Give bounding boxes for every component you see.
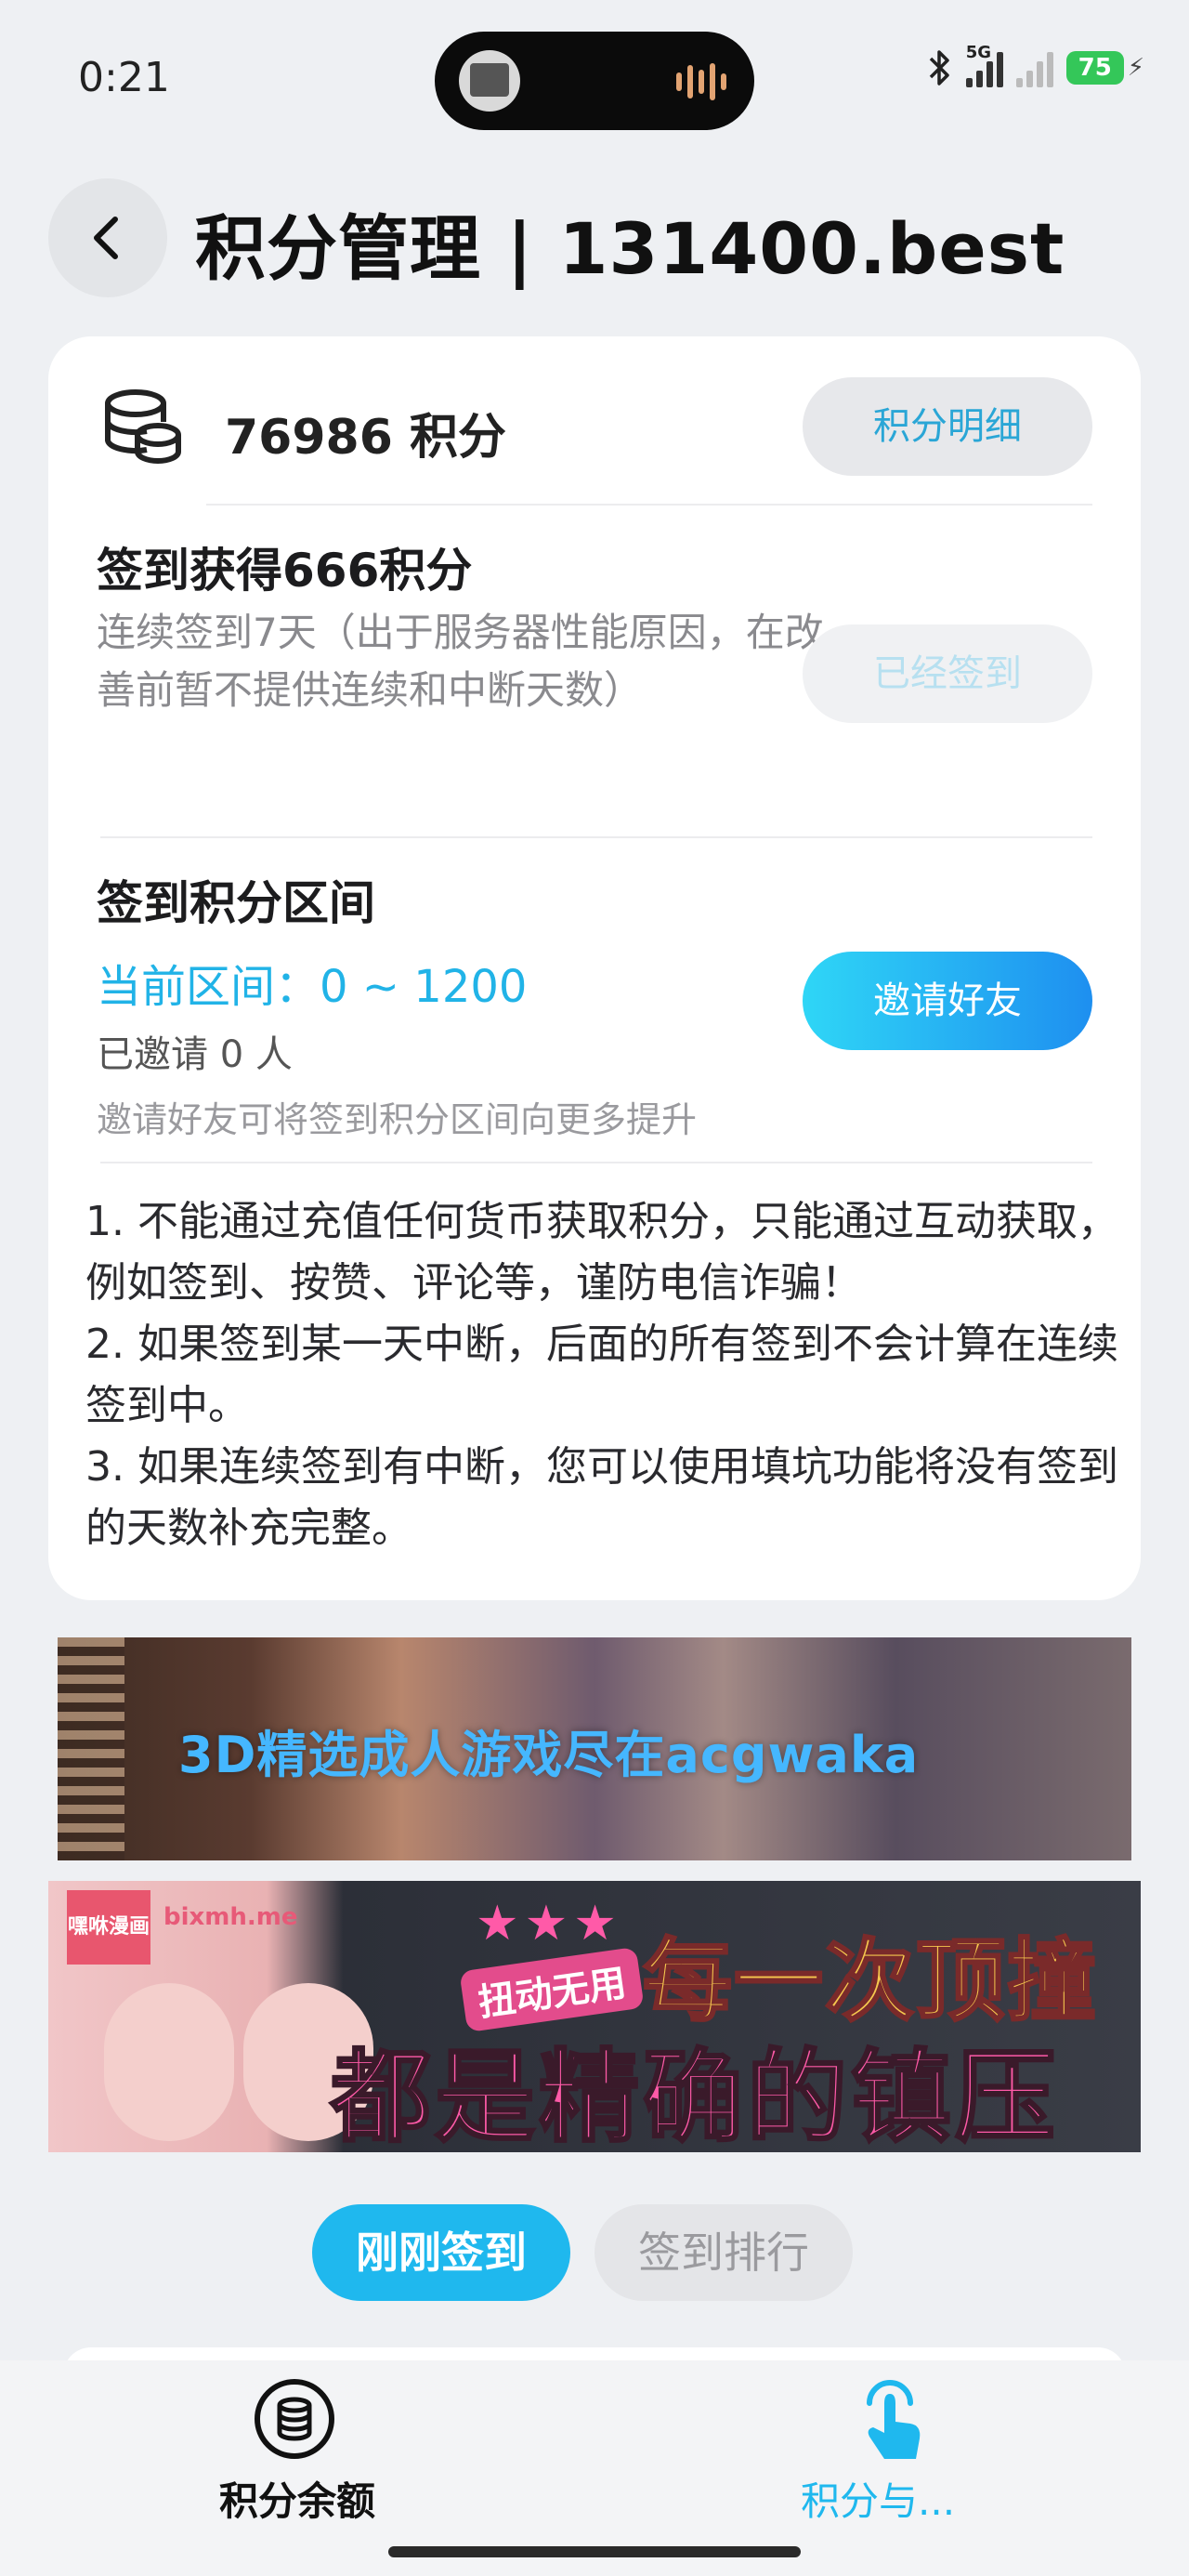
ad-banner-comic[interactable]: 嘿咻漫画 bixmh.me ★★★ 扭动无用 每一次顶撞 都是精确的镇压 bbox=[48, 1881, 1141, 2152]
coin-stack-icon bbox=[105, 389, 181, 464]
divider bbox=[206, 504, 1092, 506]
checkin-title: 签到获得666积分 bbox=[97, 544, 473, 598]
comic-logo: 嘿咻漫画 bbox=[67, 1890, 150, 1965]
charging-icon: ⚡ bbox=[1127, 54, 1144, 82]
page-title: 积分管理 | 131400.best bbox=[195, 207, 1065, 290]
battery-level: 75 bbox=[1065, 51, 1124, 85]
dynamic-island[interactable] bbox=[435, 32, 754, 130]
coin-stack-icon bbox=[277, 2397, 312, 2441]
tap-hand-icon[interactable] bbox=[853, 2375, 931, 2464]
signal-secondary-icon bbox=[1015, 48, 1053, 87]
banner-film-strip bbox=[58, 1637, 124, 1860]
media-thumbnail bbox=[459, 50, 520, 112]
comic-site: bixmh.me bbox=[163, 1903, 298, 1931]
banner-headline-2: 都是精确的镇压 bbox=[329, 2039, 1060, 2153]
range-title: 签到积分区间 bbox=[97, 876, 375, 930]
back-button[interactable] bbox=[48, 178, 167, 297]
bluetooth-icon bbox=[929, 50, 949, 85]
audio-wave-icon bbox=[676, 63, 726, 100]
stars-icon: ★★★ bbox=[476, 1896, 622, 1952]
tab-recent-checkin[interactable]: 刚刚签到 bbox=[312, 2204, 570, 2301]
invited-count: 已邀请 0 人 bbox=[97, 1033, 293, 1076]
ad-banner-game[interactable]: 3D精选成人游戏尽在acgwaka bbox=[58, 1637, 1131, 1860]
status-icons: 5G 75 ⚡ bbox=[925, 43, 1144, 87]
home-indicator[interactable] bbox=[388, 2546, 801, 2557]
signal-icon: 5G bbox=[965, 43, 1003, 87]
nav-points-and-more[interactable]: 积分与... bbox=[801, 2470, 955, 2527]
rule-item: 2. 如果签到某一天中断，后面的所有签到不会计算在连续签到中。 bbox=[85, 1321, 1118, 1429]
checkin-description: 连续签到7天（出于服务器性能原因，在改善前暂不提供连续和中断天数） bbox=[97, 610, 824, 713]
status-time: 0:21 bbox=[78, 54, 170, 101]
points-details-button[interactable]: 积分明细 bbox=[803, 377, 1092, 476]
range-hint: 邀请好友可将签到积分区间向更多提升 bbox=[97, 1099, 698, 1140]
points-balance: 76986 积分 bbox=[225, 410, 507, 466]
invite-friends-button[interactable]: 邀请好友 bbox=[803, 952, 1092, 1050]
divider bbox=[100, 836, 1092, 838]
banner-artwork bbox=[104, 1983, 234, 2141]
rule-item: 3. 如果连续签到有中断，您可以使用填坑功能将没有签到的天数补充完整。 bbox=[85, 1443, 1118, 1552]
nav-points-balance[interactable]: 积分余额 bbox=[219, 2470, 375, 2527]
coins-circle-icon[interactable] bbox=[255, 2379, 334, 2459]
rule-item: 1. 不能通过充值任何货币获取积分，只能通过互动获取，例如签到、按赞、评论等，谨… bbox=[85, 1198, 1118, 1307]
tab-checkin-ranking[interactable]: 签到排行 bbox=[594, 2204, 853, 2301]
checkin-button[interactable]: 已经签到 bbox=[803, 624, 1092, 723]
bottom-navigation bbox=[0, 2360, 1189, 2576]
battery-icon: 75 ⚡ bbox=[1065, 51, 1144, 85]
divider bbox=[100, 1162, 1092, 1163]
range-current: 当前区间：0 ~ 1200 bbox=[97, 961, 528, 1013]
network-type: 5G bbox=[965, 43, 992, 62]
banner-text: 3D精选成人游戏尽在acgwaka bbox=[178, 1726, 920, 1784]
chevron-left-icon bbox=[94, 217, 118, 259]
rules-list: 1. 不能通过充值任何货币获取积分，只能通过互动获取，例如签到、按赞、评论等，谨… bbox=[85, 1191, 1135, 1559]
